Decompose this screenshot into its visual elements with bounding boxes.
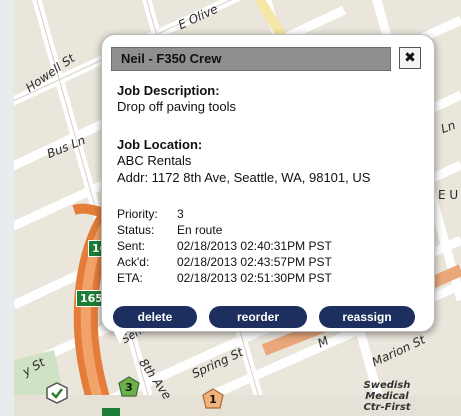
job-marker-3-label: 3 [125,381,133,394]
location-name: ABC Rentals [117,153,192,168]
popup-pointer [112,328,128,344]
job-description-text: Drop off paving tools [117,99,236,114]
reassign-button[interactable]: reassign [319,306,415,328]
job-marker-1-label: 1 [209,393,217,406]
job-description-heading: Job Description: [117,83,220,98]
poi-swedish-medical: Swedish Medical Ctr-First [363,380,411,413]
reorder-button[interactable]: reorder [209,306,307,328]
location-address: Addr: 1172 8th Ave, Seattle, WA, 98101, … [117,170,371,185]
sent-value: 02/18/2013 02:40:31PM PST [177,239,332,253]
street-label-east-edge: E U [438,188,459,202]
delete-button[interactable]: delete [113,306,197,328]
partial-marker [102,408,120,416]
close-icon: ✖ [404,50,416,66]
sent-label: Sent: [117,239,146,253]
status-value: En route [177,223,223,237]
eta-value: 02/18/2013 02:51:30PM PST [177,271,332,285]
status-label: Status: [117,223,155,237]
app-frame: E Olive Howell St Bus Ln y St Seneca 8th… [0,0,461,416]
priority-value: 3 [177,207,184,221]
close-button[interactable]: ✖ [399,47,421,69]
priority-label: Priority: [117,207,158,221]
acked-value: 02/18/2013 02:43:57PM PST [177,255,332,269]
check-marker-icon[interactable] [46,382,68,404]
eta-label: ETA: [117,271,143,285]
job-location-heading: Job Location: [117,137,203,152]
acked-label: Ack'd: [117,255,150,269]
popup-title: Neil - F350 Crew [121,51,222,66]
job-info-popup: Neil - F350 Crew ✖ Job Description: Drop… [101,34,435,332]
job-marker-3[interactable]: 3 [118,376,140,398]
popup-title-bar: Neil - F350 Crew [111,47,391,71]
job-marker-1[interactable]: 1 [202,388,224,410]
